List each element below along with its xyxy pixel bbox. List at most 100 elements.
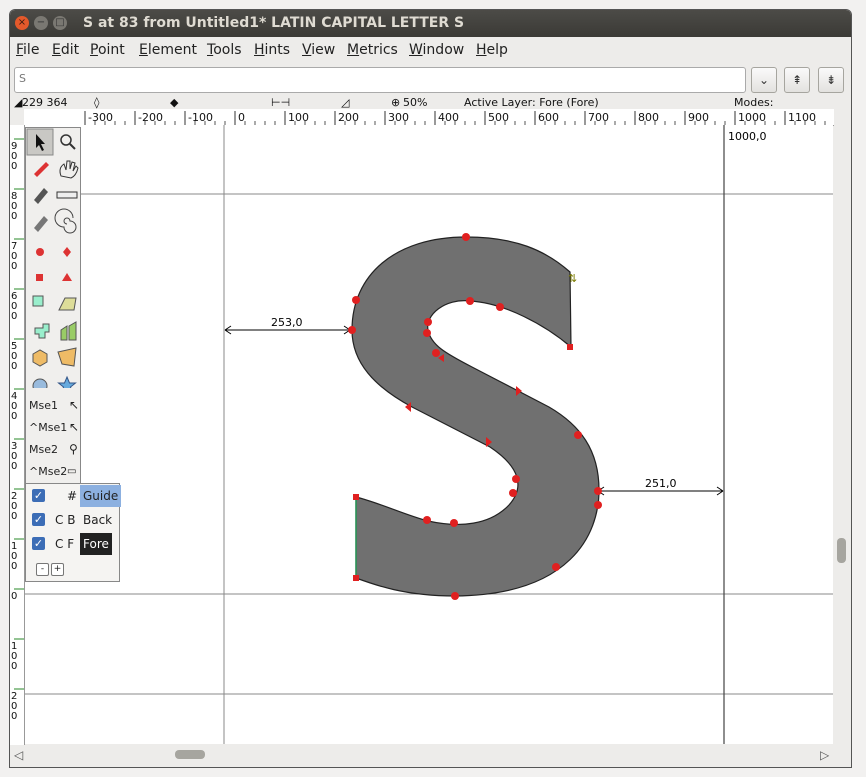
next-glyph-button[interactable]: ⇟: [818, 67, 844, 93]
mouse1-pointer-icon: ↖: [69, 398, 80, 412]
menu-tools[interactable]: Tools: [207, 42, 242, 58]
pen-icon[interactable]: [34, 188, 48, 204]
ellipse-icon[interactable]: [32, 378, 48, 388]
remove-layer-button[interactable]: -: [36, 563, 49, 576]
menu-metrics[interactable]: Metrics: [347, 42, 398, 58]
character-dropdown-button[interactable]: ⌄: [751, 67, 777, 93]
scroll-hand-icon[interactable]: [59, 160, 79, 179]
vertical-scroll-thumb[interactable]: [837, 538, 846, 563]
spiro-icon[interactable]: [34, 216, 48, 232]
menu-file[interactable]: File: [16, 42, 39, 58]
glyph-drawing[interactable]: 1000,0 253,0 251,0 ⇅: [25, 125, 833, 744]
ruler-label: 900: [688, 111, 709, 124]
hvcurve-point-icon[interactable]: [63, 247, 71, 257]
skew-icon[interactable]: [58, 297, 77, 311]
corner-point[interactable]: [353, 494, 359, 500]
scroll-right-icon[interactable]: ▷: [820, 748, 829, 762]
ruler-label: 100: [288, 111, 309, 124]
perspective-icon[interactable]: [57, 347, 77, 367]
active-layer: Active Layer: Fore (Fore): [464, 96, 599, 109]
control-point[interactable]: [450, 519, 458, 527]
minimize-window-button[interactable]: −: [34, 16, 48, 30]
vertical-ruler-label: 0: [11, 511, 17, 522]
menu-element[interactable]: Element: [139, 42, 197, 58]
mouse2-magnify-icon: ⚲: [69, 442, 78, 456]
control-point[interactable]: [348, 326, 356, 334]
star-icon[interactable]: [57, 375, 77, 388]
curve-point-icon[interactable]: [36, 248, 44, 256]
add-layer-button[interactable]: +: [51, 563, 64, 576]
ruler-label: -100: [188, 111, 213, 124]
control-point[interactable]: [451, 592, 459, 600]
control-point[interactable]: [512, 475, 520, 483]
rotate-icon[interactable]: [34, 323, 50, 339]
layer-row-fore[interactable]: ✓ C F Fore: [26, 533, 119, 555]
control-point[interactable]: [352, 296, 360, 304]
ruler-label: 800: [638, 111, 659, 124]
vertical-ruler-label: 0: [11, 461, 17, 472]
selection-icon: ◆: [170, 96, 179, 109]
corner-point[interactable]: [567, 344, 573, 350]
ruler-label: 700: [588, 111, 609, 124]
horizontal-scrollbar[interactable]: ◁ ▷: [10, 745, 834, 767]
status-line: ◢ 229 364 ◊ ◆ ⊢⊣ ◿ ⊕ 50% Active Layer: F…: [10, 96, 851, 109]
menu-view[interactable]: View: [302, 42, 335, 58]
layers-palette: ✓ # Guide ✓ C B Back ✓ C F Fore - +: [25, 483, 122, 582]
tangent-point-icon[interactable]: [62, 273, 72, 281]
control-point[interactable]: [574, 431, 582, 439]
ruler-label: 1000: [738, 111, 766, 124]
control-point[interactable]: [496, 303, 504, 311]
control-point[interactable]: [594, 487, 602, 495]
control-point[interactable]: [423, 329, 431, 337]
scale-icon[interactable]: [32, 295, 44, 307]
control-point[interactable]: [462, 233, 470, 241]
angle-icon: ◿: [341, 96, 350, 109]
menu-hints[interactable]: Hints: [254, 42, 290, 58]
control-point[interactable]: [509, 489, 517, 497]
character-input[interactable]: S: [14, 67, 746, 93]
layer-visible-checkbox[interactable]: ✓: [32, 489, 45, 502]
close-window-button[interactable]: ×: [15, 16, 29, 30]
layer-row-back[interactable]: ✓ C B Back: [26, 509, 119, 531]
ruler-label: 500: [488, 111, 509, 124]
control-point[interactable]: [552, 563, 560, 571]
horizontal-scroll-thumb[interactable]: [175, 750, 205, 759]
layer-visible-checkbox[interactable]: ✓: [32, 513, 45, 526]
previous-glyph-button[interactable]: ⇞: [784, 67, 810, 93]
layer-code: #: [67, 489, 78, 503]
spiral-icon[interactable]: [54, 208, 77, 234]
vertical-ruler-label: 0: [11, 261, 17, 272]
layer-visible-checkbox[interactable]: ✓: [32, 537, 45, 550]
3d-rotate-icon[interactable]: [32, 349, 48, 367]
magnify-icon[interactable]: [60, 134, 72, 146]
vertical-ruler-label: 0: [11, 711, 17, 722]
menu-window[interactable]: Window: [409, 42, 464, 58]
layer-name[interactable]: Back: [80, 509, 115, 531]
corner-point-icon[interactable]: [36, 274, 43, 281]
freehand-icon[interactable]: [34, 162, 49, 177]
right-bearing-label: 251,0: [645, 477, 677, 490]
control-point[interactable]: [432, 349, 440, 357]
glyph-canvas[interactable]: 1000,0 253,0 251,0 ⇅: [25, 125, 833, 744]
menu-edit[interactable]: Edit: [52, 42, 79, 58]
glyph-outline[interactable]: [351, 236, 600, 597]
control-point[interactable]: [466, 297, 474, 305]
maximize-window-button[interactable]: □: [53, 16, 67, 30]
ruler-label: 1100: [788, 111, 816, 124]
control-point[interactable]: [424, 318, 432, 326]
layer-name[interactable]: Fore: [80, 533, 112, 555]
scroll-left-icon[interactable]: ◁: [14, 748, 23, 762]
vertical-scrollbar[interactable]: [834, 125, 851, 744]
menu-help[interactable]: Help: [476, 42, 508, 58]
flip-icon[interactable]: [60, 321, 77, 341]
corner-point[interactable]: [353, 575, 359, 581]
layer-row-guide[interactable]: ✓ # Guide: [26, 485, 122, 507]
ruler-icon[interactable]: [56, 191, 78, 199]
ctrl-mouse1-pointer-icon: ↖: [69, 420, 80, 434]
layer-name[interactable]: Guide: [80, 485, 122, 507]
vertical-ruler: 9008007006005004003002001000100200: [10, 125, 25, 745]
control-point[interactable]: [594, 501, 602, 509]
control-point[interactable]: [423, 516, 431, 524]
menu-point[interactable]: Point: [90, 42, 125, 58]
zoom-icon: ⊕: [391, 96, 401, 109]
